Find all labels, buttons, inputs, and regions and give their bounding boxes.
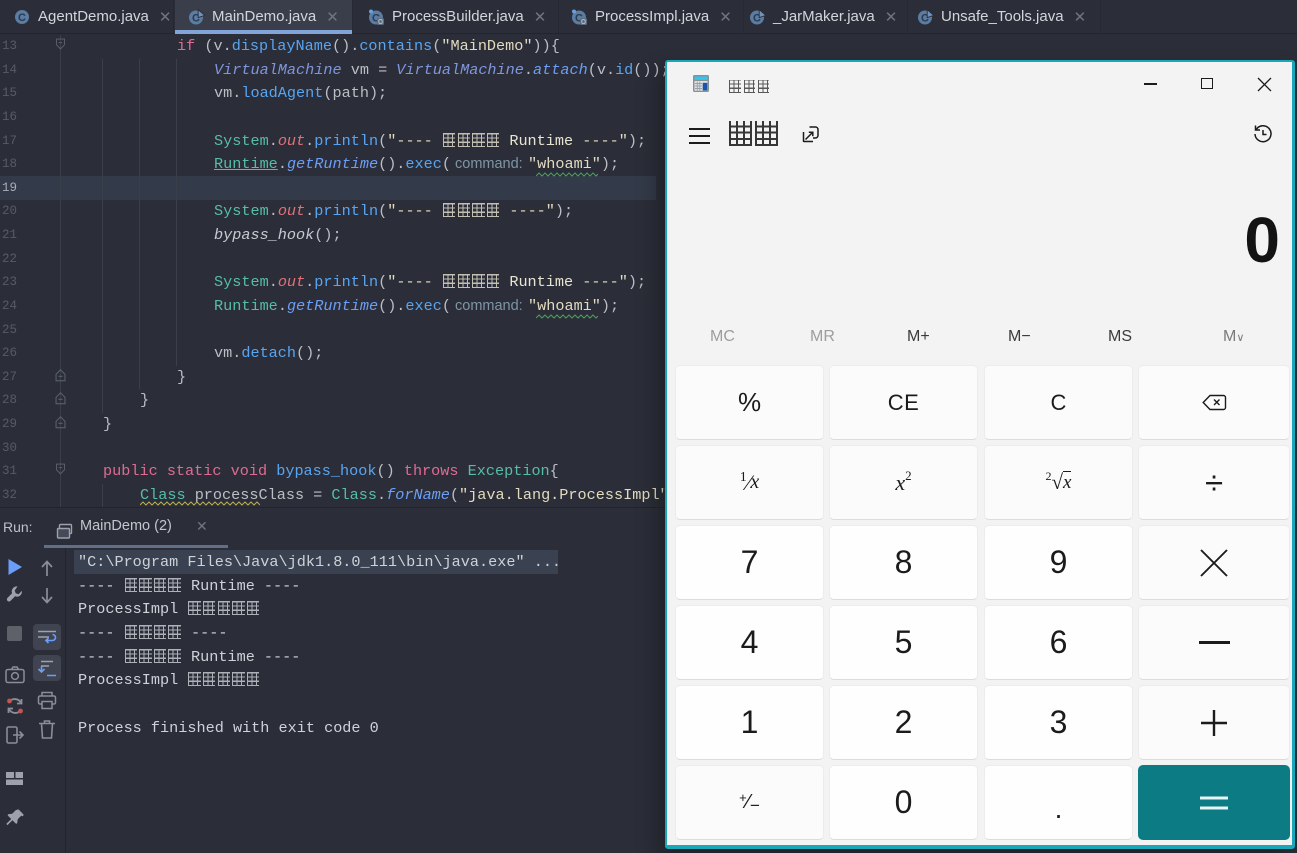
svg-text:C: C — [18, 12, 26, 24]
